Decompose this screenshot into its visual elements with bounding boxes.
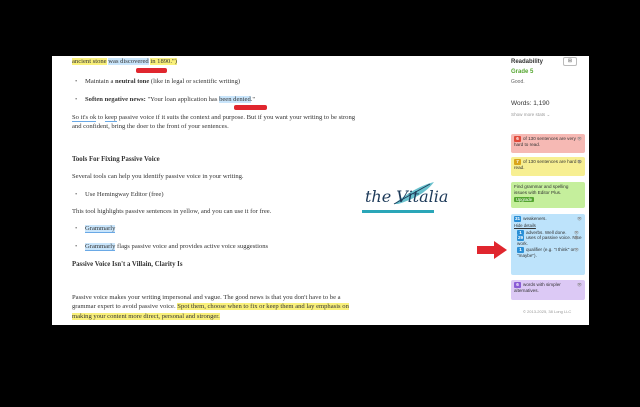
text-fragment[interactable]: keep: [104, 114, 118, 122]
card-text: adverbs. Well done.: [526, 229, 567, 235]
copyright-footer: © 2013-2025, 38 Long LLC: [523, 309, 572, 314]
the-vitalia-logo: the Vitalia: [362, 182, 448, 216]
list-item-neutral: • Maintain a neutral tone (like in legal…: [75, 77, 365, 86]
card-text: weakeners.: [523, 216, 547, 221]
eye-icon[interactable]: 👁: [577, 136, 582, 142]
card-text: uses of passive voice. Nice work.: [517, 235, 582, 247]
editor-pane[interactable]: ancient stone was discovered in 1890.") …: [52, 56, 492, 325]
red-arrow-icon: [477, 241, 507, 259]
eye-icon[interactable]: 👁: [577, 216, 582, 222]
bullet-icon: •: [75, 243, 78, 250]
passive-highlight[interactable]: been denied: [219, 96, 251, 103]
list-item-hemingway: • Use Hemingway Editor (free): [75, 190, 365, 199]
word-count: Words: 1,190: [511, 100, 550, 107]
grade-description: Good.: [511, 79, 525, 85]
weakener-passive: 29 uses of passive voice. Nice work. 👁: [514, 235, 582, 247]
paragraph-top-line: ancient stone was discovered in 1890."): [72, 57, 362, 66]
logo-text: the Vitalia: [365, 187, 449, 206]
text-fragment: ancient stone: [72, 58, 107, 65]
text-fragment: in 1890."): [150, 58, 177, 65]
card-text: qualifier (e.g. "I think" or "maybe").: [517, 246, 575, 258]
eye-icon[interactable]: 👁: [577, 282, 582, 288]
stats-sidebar: Readability ⊞ Grade 5 Good. Words: 1,190…: [507, 56, 589, 325]
upgrade-label: Upgrade: [516, 196, 533, 202]
bullet-icon: •: [75, 96, 78, 103]
upgrade-button[interactable]: Upgrade: [514, 196, 535, 203]
readability-info-icon[interactable]: ⊞: [563, 57, 577, 66]
passive-highlight[interactable]: was discovered: [108, 58, 149, 65]
chevron-down-icon: ⌄: [546, 112, 551, 117]
heading-tools: Tools For Fixing Passive Voice: [72, 156, 160, 163]
list-item-grammarly: • Grammarly: [75, 224, 365, 233]
text-fragment: "Your loan application has: [145, 96, 220, 103]
app-window: ancient stone was discovered in 1890.") …: [52, 56, 589, 325]
paragraph-hemingway: This tool highlights passive sentences i…: [72, 208, 272, 215]
heading-villain: Passive Voice Isn't a Villain, Clarity I…: [72, 261, 183, 268]
editor-plus-card: Find grammar and spelling issues with Ed…: [511, 182, 585, 208]
count-badge: 31: [514, 216, 522, 222]
text-fragment: Use Hemingway Editor (free): [85, 191, 164, 198]
text-fragment: to: [96, 114, 105, 121]
paragraph-tools: Several tools can help you identify pass…: [72, 173, 244, 180]
paragraph-context: So it's ok to keep passive voice if it s…: [72, 113, 362, 132]
bullet-icon: •: [75, 225, 78, 232]
show-more-stats-label: Show more stats: [511, 112, 546, 117]
bullet-icon: •: [75, 191, 78, 198]
text-fragment: Maintain a: [85, 78, 116, 85]
eye-icon[interactable]: 👁: [577, 159, 582, 165]
bullet-icon: •: [75, 78, 78, 85]
grade-value: Grade 5: [511, 69, 534, 75]
very-hard-sentences-card[interactable]: 6 of 130 sentences are very hard to read.…: [511, 134, 585, 153]
passive-marker: [136, 68, 167, 73]
card-text: of 130 sentences are hard to read.: [514, 159, 582, 170]
weakener-qualifier: 1 qualifier (e.g. "I think" or "maybe"). …: [514, 246, 582, 259]
logo-underline: [362, 210, 434, 213]
hard-sentences-card[interactable]: 7 of 130 sentences are hard to read. 👁: [511, 157, 585, 176]
text-fragment: flags passive voice and provides active …: [115, 243, 269, 250]
paragraph-final: Passive voice makes your writing imperso…: [72, 293, 362, 321]
hide-details-link[interactable]: Hide details: [514, 223, 582, 229]
text-fragment[interactable]: So it's ok: [72, 114, 97, 122]
show-more-stats-link[interactable]: Show more stats ⌄: [511, 112, 550, 118]
text-bold: neutral tone: [115, 78, 150, 85]
card-text: of 130 sentences are very hard to read.: [514, 136, 576, 147]
grammarly-link[interactable]: Grammarly: [85, 225, 116, 233]
list-item-grammarly-flags: • Grammarly flags passive voice and prov…: [75, 242, 365, 251]
eye-icon[interactable]: 👁: [574, 235, 579, 241]
simpler-alternatives-card[interactable]: 6 words with simpler alternatives. 👁: [511, 280, 585, 300]
text-bold: Soften negative news:: [85, 96, 146, 103]
list-item-soften: • Soften negative news: "Your loan appli…: [75, 95, 365, 104]
card-text: words with simpler alternatives.: [514, 282, 561, 293]
card-text: Find grammar and spelling issues with Ed…: [514, 184, 569, 195]
text-fragment: (like in legal or scientific writing): [149, 78, 241, 85]
readability-label: Readability: [511, 59, 544, 65]
text-fragment: .": [250, 96, 256, 103]
grammarly-link[interactable]: Grammarly: [85, 243, 116, 251]
passive-marker: [234, 105, 267, 110]
eye-icon[interactable]: 👁: [574, 247, 579, 253]
weakeners-card[interactable]: 31 weakeners. 👁 Hide details 1 adverbs. We…: [511, 214, 585, 275]
